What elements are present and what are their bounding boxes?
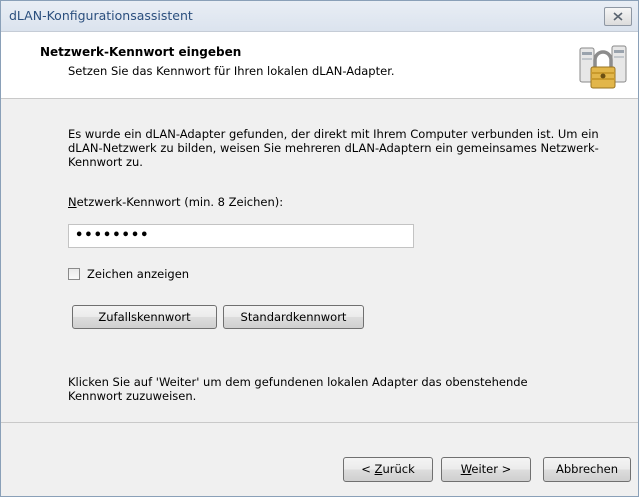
password-label-accel: N	[68, 195, 77, 209]
hint-text: Klicken Sie auf 'Weiter' um dem gefunden…	[68, 375, 528, 403]
back-button[interactable]: < Zurück	[343, 457, 433, 482]
close-icon	[613, 12, 623, 21]
back-rest: urück	[382, 462, 415, 476]
wizard-content: Es wurde ein dLAN-Adapter gefunden, der …	[1, 99, 638, 422]
password-input[interactable]: ••••••••	[68, 224, 414, 248]
random-password-button[interactable]: Zufallskennwort	[72, 305, 217, 329]
page-title: Netzwerk-Kennwort eingeben	[40, 45, 242, 59]
password-label-text: etzwerk-Kennwort (min. 8 Zeichen):	[76, 195, 284, 209]
wizard-window: dLAN-Konfigurationsassistent Netzwerk-Ke…	[0, 0, 639, 497]
show-chars-checkbox[interactable]	[68, 268, 80, 280]
cancel-button[interactable]: Abbrechen	[543, 457, 631, 482]
next-button[interactable]: Weiter >	[441, 457, 531, 482]
footer-divider	[1, 422, 638, 423]
back-prefix: <	[361, 462, 375, 476]
network-lock-icon	[579, 45, 627, 89]
standard-password-button[interactable]: Standardkennwort	[223, 305, 364, 329]
intro-text: Es wurde ein dLAN-Adapter gefunden, der …	[68, 127, 599, 169]
window-title: dLAN-Konfigurationsassistent	[9, 8, 193, 23]
title-bar[interactable]: dLAN-Konfigurationsassistent	[1, 1, 638, 32]
close-button[interactable]	[604, 7, 632, 26]
page-subtitle: Setzen Sie das Kennwort für Ihren lokale…	[68, 64, 395, 78]
next-rest: eiter >	[471, 462, 512, 476]
wizard-header: Netzwerk-Kennwort eingeben Setzen Sie da…	[1, 32, 638, 99]
show-chars-label[interactable]: Zeichen anzeigen	[87, 267, 189, 281]
next-accel: W	[460, 462, 472, 476]
password-label: Netzwerk-Kennwort (min. 8 Zeichen):	[68, 195, 283, 209]
